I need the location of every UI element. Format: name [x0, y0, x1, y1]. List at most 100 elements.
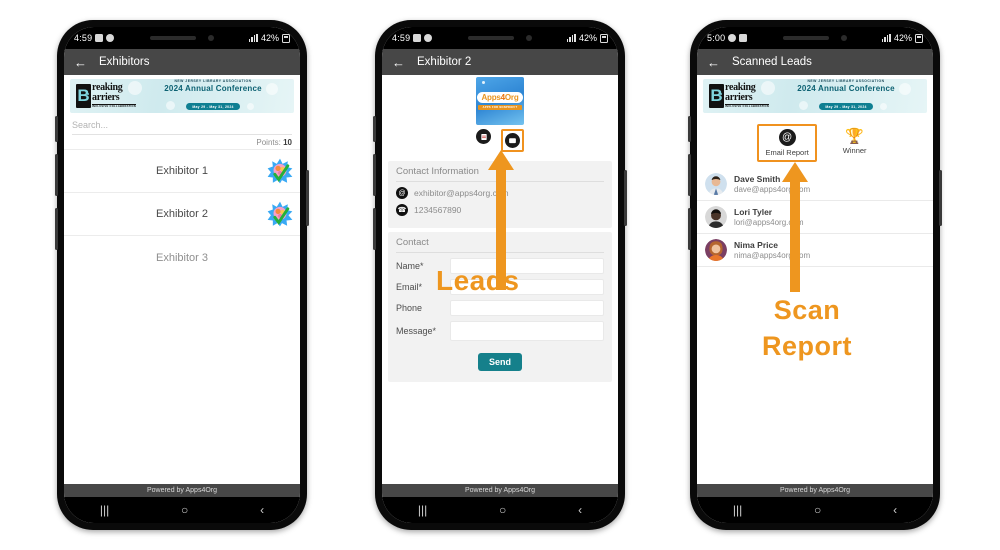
status-time: 4:59: [74, 33, 93, 43]
phone-label: Phone: [396, 303, 423, 313]
phone3-volume-up-button[interactable]: [688, 154, 691, 196]
phone1-volume-down-button[interactable]: [55, 208, 58, 250]
scanned-badge-icon: [267, 201, 293, 227]
lead-name: Nima Price: [734, 240, 778, 250]
list-item[interactable]: Lori Tyler lori@apps4org.com: [697, 201, 933, 234]
list-item[interactable]: Exhibitor 1: [64, 150, 300, 193]
front-camera: [208, 35, 214, 41]
phone2-volume-up-button[interactable]: [373, 154, 376, 196]
page-title: Exhibitors: [99, 56, 150, 68]
logo-text-right: Org: [504, 93, 519, 102]
name-field[interactable]: [450, 258, 604, 274]
points-value: 10: [283, 138, 292, 147]
message-label: Message*: [396, 326, 437, 336]
banner-association: NEW JERSEY LIBRARY ASSOCIATION: [807, 79, 885, 84]
battery-icon: [915, 33, 923, 43]
conference-banner: B reaking arriers INCLUSIVE COLLABORATIO…: [703, 79, 927, 113]
phone1-status-bar: 4:59 42%: [64, 27, 300, 49]
recents-button[interactable]: |||: [100, 503, 109, 517]
back-arrow-icon[interactable]: ←: [74, 56, 87, 69]
list-item[interactable]: Nima Price nima@apps4org.com: [697, 234, 933, 267]
status-battery-percent: 42%: [260, 33, 279, 43]
back-button[interactable]: ‹: [893, 503, 897, 517]
phone2-volume-down-button[interactable]: [373, 208, 376, 250]
home-button[interactable]: ○: [181, 503, 188, 517]
lead-email: dave@apps4org.com: [734, 185, 811, 194]
email-at-icon: @: [778, 129, 796, 146]
search-input[interactable]: Search...: [72, 120, 292, 135]
document-icon[interactable]: [476, 129, 491, 144]
whatsapp-icon: [728, 34, 737, 42]
home-button[interactable]: ○: [499, 503, 506, 517]
back-button[interactable]: ‹: [260, 503, 264, 517]
phone-exhibitors: 4:59 42% ← Exhibitors B reaking arriers …: [55, 20, 309, 530]
phone2-status-bar: 4:59 42%: [382, 27, 618, 49]
contact-phone-row[interactable]: ☎ 1234567890: [396, 204, 604, 216]
exhibitor-name: Exhibitor 3: [156, 251, 208, 264]
conference-banner: B reaking arriers INCLUSIVE COLLABORATIO…: [70, 79, 294, 113]
phone3-volume-down-button[interactable]: [688, 208, 691, 250]
name-label: Name*: [396, 261, 424, 271]
contact-card-icon[interactable]: [505, 133, 520, 148]
avatar: [705, 173, 727, 195]
recents-button[interactable]: |||: [418, 503, 427, 517]
recents-button[interactable]: |||: [733, 503, 742, 517]
phone1-notch: [128, 27, 236, 49]
powered-by-footer: Powered by Apps4Org: [382, 484, 618, 497]
earpiece-speaker: [783, 36, 829, 40]
list-item[interactable]: Dave Smith dave@apps4org.com: [697, 168, 933, 201]
lead-email: nima@apps4org.com: [734, 251, 811, 260]
powered-by-footer: Powered by Apps4Org: [697, 484, 933, 497]
trophy-icon: 🏆: [845, 127, 865, 145]
phone3-side-button-1[interactable]: [688, 116, 691, 142]
phone3-status-bar: 5:00 42%: [697, 27, 933, 49]
status-time: 5:00: [707, 33, 726, 43]
banner-conference: 2024 Annual Conference: [797, 84, 895, 94]
email-field[interactable]: [450, 279, 604, 295]
contact-information-title: Contact Information: [396, 166, 604, 182]
points-row: Points: 10: [64, 135, 300, 149]
contact-email-row[interactable]: @ exhibitor@apps4org.com: [396, 187, 604, 199]
earpiece-speaker: [468, 36, 514, 40]
breaking-barriers-logo: B reaking arriers INCLUSIVE COLLABORATIO…: [70, 83, 137, 109]
form-row-phone: Phone: [396, 300, 604, 316]
phone3-body: @ Email Report 🏆 Winner Dave Smith dave@…: [697, 116, 933, 484]
battery-icon: [600, 33, 608, 43]
phone2-power-button[interactable]: [624, 170, 627, 226]
screenshot-stage: 4:59 42% ← Exhibitors B reaking arriers …: [0, 0, 1000, 550]
phone1-power-button[interactable]: [306, 170, 309, 226]
phone3-banner-wrap: B reaking arriers INCLUSIVE COLLABORATIO…: [697, 75, 933, 116]
signal-icon: [881, 34, 891, 42]
logo-tagline: INCLUSIVE COLLABORATION: [725, 104, 770, 109]
breaking-barriers-logo: B reaking arriers INCLUSIVE COLLABORATIO…: [703, 83, 770, 109]
phone-icon: ☎: [396, 204, 408, 216]
phone-scanned-leads: 5:00 42% ← Scanned Leads B reaking arrie…: [688, 20, 942, 530]
phone-field[interactable]: [450, 300, 604, 316]
home-button[interactable]: ○: [814, 503, 821, 517]
phone1-side-button-1[interactable]: [55, 116, 58, 142]
banner-conference: 2024 Annual Conference: [164, 84, 262, 94]
status-time: 4:59: [392, 33, 411, 43]
phone2-side-button-1[interactable]: [373, 116, 376, 142]
status-battery-percent: 42%: [578, 33, 597, 43]
message-field[interactable]: [450, 321, 604, 341]
scanned-badge-icon: [267, 158, 293, 184]
exhibitor-logo-area: Apps4Org APPS FOR NONPROFIT: [382, 75, 618, 127]
phone3-notch: [761, 27, 869, 49]
phone1-volume-up-button[interactable]: [55, 154, 58, 196]
avatar: [705, 206, 727, 228]
send-button[interactable]: Send: [477, 353, 522, 371]
back-arrow-icon[interactable]: ←: [707, 56, 720, 69]
form-row-message: Message*: [396, 321, 604, 341]
phone3-power-button[interactable]: [939, 170, 942, 226]
back-arrow-icon[interactable]: ←: [392, 56, 405, 69]
list-item[interactable]: Exhibitor 2: [64, 193, 300, 236]
logo-line-2: arriers: [92, 92, 120, 104]
list-item[interactable]: Exhibitor 3: [64, 236, 300, 279]
back-button[interactable]: ‹: [578, 503, 582, 517]
contact-form-title: Contact: [396, 237, 604, 253]
earpiece-speaker: [150, 36, 196, 40]
winner-button[interactable]: 🏆 Winner: [837, 124, 873, 162]
phone2-notch: [446, 27, 554, 49]
email-report-button[interactable]: @ Email Report: [757, 124, 817, 162]
